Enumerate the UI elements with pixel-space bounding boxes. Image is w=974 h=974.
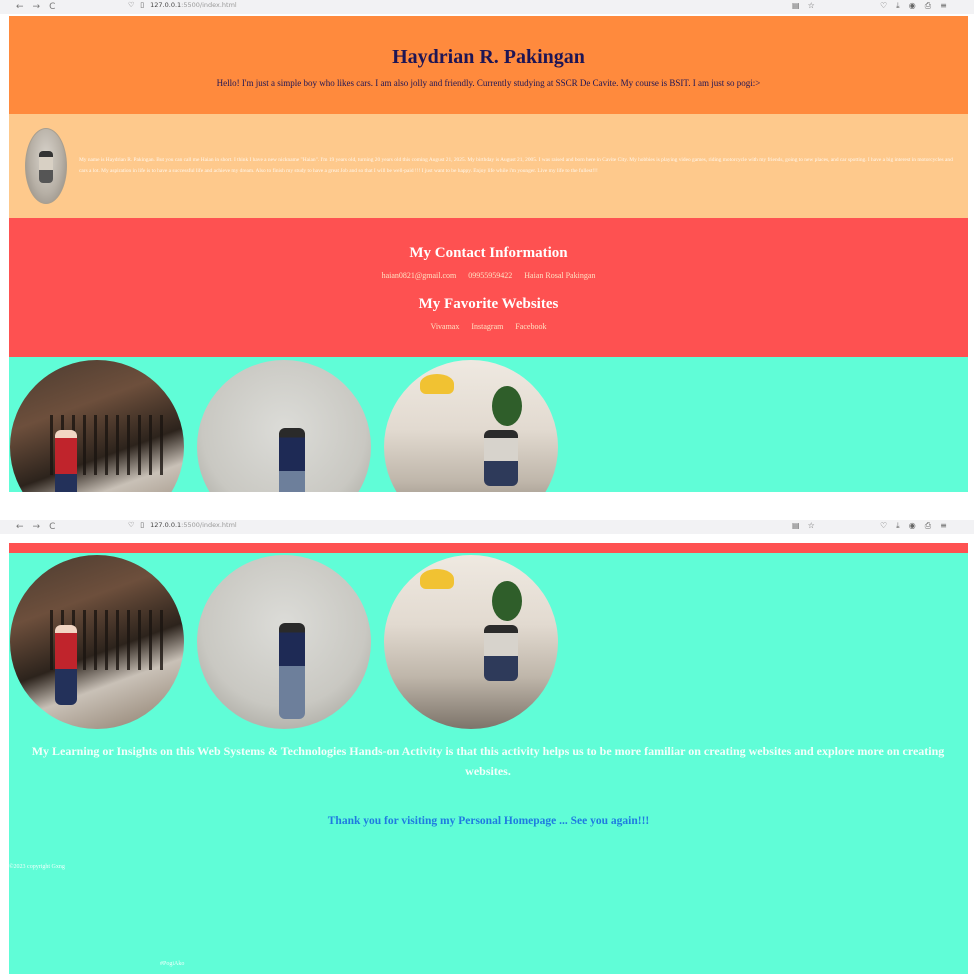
browser-toolbar: ← → C ♡ ▯ 127.0.0.1:5500/index.html ▤ ☆ … — [0, 0, 974, 14]
address-actions: ▤ ☆ — [792, 521, 815, 530]
page-title: Haydrian R. Pakingan — [392, 46, 585, 68]
page-icon: ▯ — [140, 521, 145, 529]
download-icon[interactable]: ⤓ — [896, 521, 900, 531]
plant-shape — [492, 386, 522, 426]
back-icon[interactable]: ← — [16, 2, 24, 12]
gallery-photo-1 — [10, 555, 184, 729]
toolbar-actions: ♡ ⤓ ◉ ⎙ ≡ — [880, 521, 947, 531]
webpage: Haydrian R. Pakingan Hello! I'm just a s… — [9, 16, 968, 492]
gallery-section — [9, 357, 968, 492]
hashtag-text: #PogiAko — [160, 961, 185, 967]
email-link[interactable]: haian0821@gmail.com — [382, 271, 457, 280]
url-text: 127.0.0.1:5500/index.html — [150, 521, 237, 529]
bookmark-star-icon[interactable]: ☆ — [808, 521, 815, 530]
profile-photo — [25, 128, 67, 204]
page-icon: ▯ — [140, 1, 145, 9]
nav-buttons: ← → C — [16, 2, 55, 12]
tagline: Hello! I'm just a simple boy who likes c… — [216, 78, 761, 88]
vivamax-link[interactable]: Vivamax — [431, 322, 460, 331]
bookmark-star-icon[interactable]: ☆ — [808, 1, 815, 10]
gallery-photo-3 — [384, 360, 558, 492]
favorites-heading: My Favorite Websites — [418, 296, 559, 312]
nav-buttons: ← → C — [16, 522, 55, 532]
contact-section: My Contact Information haian0821@gmail.c… — [9, 218, 968, 357]
browser-toolbar: ← → C ♡ ▯ 127.0.0.1:5500/index.html ▤ ☆ … — [0, 520, 974, 534]
pocket-icon[interactable]: ♡ — [880, 521, 887, 531]
webpage: My Learning or Insights on this Web Syst… — [9, 543, 968, 974]
menu-icon[interactable]: ≡ — [940, 521, 947, 531]
toolbar-actions: ♡ ⤓ ◉ ⎙ ≡ — [880, 1, 947, 11]
copyright-text: ©2023 copyright Gxng — [9, 864, 65, 870]
forward-icon[interactable]: → — [33, 2, 41, 12]
thank-you-message: Thank you for visiting my Personal Homep… — [327, 815, 650, 827]
gallery-photo-2 — [197, 360, 371, 492]
url-text: 127.0.0.1:5500/index.html — [150, 1, 237, 9]
reader-view-icon[interactable]: ▤ — [792, 521, 800, 530]
shield-icon: ♡ — [128, 521, 135, 529]
forward-icon[interactable]: → — [33, 522, 41, 532]
account-icon[interactable]: ◉ — [909, 521, 916, 531]
screenshot-bottom: ← → C ♡ ▯ 127.0.0.1:5500/index.html ▤ ☆ … — [0, 520, 974, 974]
back-icon[interactable]: ← — [16, 522, 24, 532]
account-icon[interactable]: ◉ — [909, 1, 916, 11]
facebook-link[interactable]: Facebook — [515, 322, 546, 331]
address-bar[interactable]: ♡ ▯ 127.0.0.1:5500/index.html — [128, 1, 237, 9]
about-section: My name is Haydrian R. Pakingan. But you… — [9, 114, 968, 218]
plant-shape — [492, 581, 522, 621]
gallery-photo-3 — [384, 555, 558, 729]
extension-icon[interactable]: ⎙ — [925, 1, 931, 11]
screenshot-top: ← → C ♡ ▯ 127.0.0.1:5500/index.html ▤ ☆ … — [0, 0, 974, 492]
pocket-icon[interactable]: ♡ — [880, 1, 887, 11]
shield-icon: ♡ — [128, 1, 135, 9]
header-section: Haydrian R. Pakingan Hello! I'm just a s… — [9, 16, 968, 114]
extension-icon[interactable]: ⎙ — [925, 521, 931, 531]
phone-link[interactable]: 09955959422 — [468, 271, 512, 280]
reload-icon[interactable]: C — [49, 2, 55, 12]
insights-text: My Learning or Insights on this Web Syst… — [31, 744, 945, 778]
reload-icon[interactable]: C — [49, 522, 55, 532]
favorites-links: Vivamax Instagram Facebook — [9, 322, 968, 331]
contact-section-edge — [9, 543, 968, 553]
gallery-section: My Learning or Insights on this Web Syst… — [9, 553, 968, 974]
gallery-photo-1 — [10, 360, 184, 492]
gallery-photo-2 — [197, 555, 371, 729]
download-icon[interactable]: ⤓ — [896, 1, 900, 11]
instagram-link[interactable]: Instagram — [471, 322, 503, 331]
menu-icon[interactable]: ≡ — [940, 1, 947, 11]
contact-row: haian0821@gmail.com 09955959422 Haian Ro… — [9, 271, 968, 280]
reader-view-icon[interactable]: ▤ — [792, 1, 800, 10]
contact-heading: My Contact Information — [409, 245, 568, 261]
facebook-profile-link[interactable]: Haian Rosal Pakingan — [524, 271, 595, 280]
address-bar[interactable]: ♡ ▯ 127.0.0.1:5500/index.html — [128, 521, 237, 529]
address-actions: ▤ ☆ — [792, 1, 815, 10]
bio-text: My name is Haydrian R. Pakingan. But you… — [79, 157, 953, 174]
